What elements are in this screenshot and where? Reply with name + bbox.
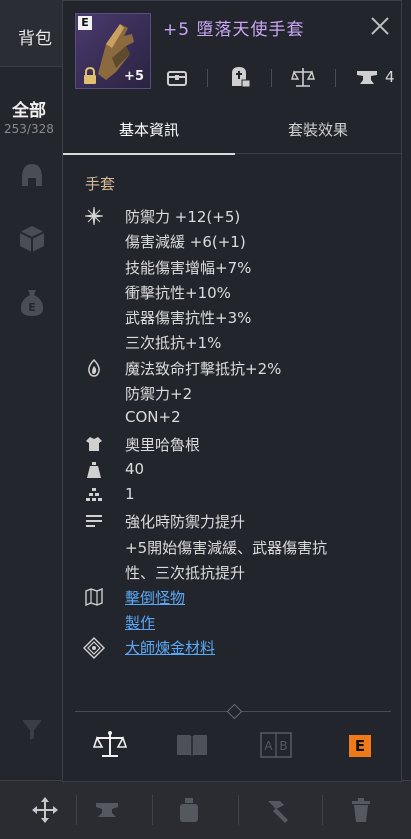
source-monster-link[interactable]: 擊倒怪物 — [125, 587, 185, 608]
enhance-level: +5 — [124, 69, 144, 84]
svg-text:A: A — [264, 739, 273, 753]
durability-count: 4 — [385, 68, 395, 86]
box-filter-icon[interactable] — [16, 222, 48, 254]
source-crafting-link[interactable]: 製作 — [125, 612, 155, 633]
flame-icon — [88, 359, 100, 377]
stat-con: CON+2 — [125, 408, 181, 426]
sparkle-icon — [85, 207, 103, 225]
item-thumbnail: E +5 — [75, 13, 151, 89]
tombstone-icon — [232, 67, 251, 88]
stat-impact-resist: 衝擊抗性+10% — [125, 284, 231, 302]
stat-material: 奧里哈魯根 — [125, 436, 201, 454]
inventory-tab[interactable]: 背包 — [0, 0, 62, 67]
close-icon[interactable] — [369, 15, 391, 37]
money-bag-filter-icon[interactable]: E — [16, 286, 48, 318]
alchemy-material-link[interactable]: 大師煉金材料 — [125, 637, 215, 658]
compare-ab-icon[interactable]: A B — [259, 729, 293, 761]
note-line-3: 性、三次抵抗提升 — [125, 564, 246, 582]
stat-level: 1 — [125, 485, 135, 503]
svg-text:E: E — [28, 301, 36, 314]
item-category: 手套 — [85, 175, 116, 193]
potion-icon[interactable] — [174, 795, 204, 825]
stack-icon — [86, 488, 102, 501]
tab-set-effect[interactable]: 套裝效果 — [235, 113, 401, 153]
trash-icon[interactable] — [346, 795, 376, 825]
anvil-icon[interactable] — [92, 795, 122, 825]
stat-bonus-defense: 防禦力+2 — [125, 385, 193, 403]
anvil-durability-icon — [357, 71, 377, 84]
helmet-filter-icon[interactable] — [16, 160, 48, 192]
funnel-filter-icon[interactable] — [16, 712, 48, 744]
stat-defense: 防禦力 +12(+5) — [125, 208, 241, 226]
divider-ornament — [226, 703, 243, 720]
note-line-1: 強化時防禦力提升 — [125, 513, 246, 531]
book-icon[interactable] — [175, 729, 209, 761]
grade-badge: E — [78, 16, 92, 30]
stat-damage-reduction: 傷害減緩 +6(+1) — [125, 233, 246, 251]
grade-filter-badge[interactable]: E — [349, 735, 371, 757]
chest-icon — [167, 71, 187, 86]
scale-icon — [291, 68, 315, 87]
filter-all-label[interactable]: 全部 — [12, 96, 46, 121]
stat-triple-resist: 三次抵抗+1% — [125, 334, 222, 352]
compare-scale-icon[interactable] — [93, 729, 127, 761]
note-line-2: +5開始傷害減緩、武器傷害抗 — [125, 539, 328, 557]
weight-icon — [87, 462, 101, 478]
item-attribute-row: 4 — [163, 65, 395, 91]
move-icon[interactable] — [30, 795, 60, 825]
stat-magic-crit-resist: 魔法致命打擊抵抗+2% — [125, 360, 282, 378]
inventory-tab-label: 背包 — [18, 29, 52, 49]
hammer-icon[interactable] — [262, 795, 292, 825]
svg-text:B: B — [279, 739, 287, 753]
tooltip-tabs: 基本資訊 套裝效果 — [63, 113, 401, 155]
stat-weapon-damage-resist: 武器傷害抗性+3% — [125, 309, 252, 327]
stat-weight: 40 — [125, 460, 145, 478]
material-diamond-icon — [83, 637, 105, 659]
inventory-sidebar: 背包 全部 253/328 E — [0, 0, 62, 838]
tab-basic-info[interactable]: 基本資訊 — [63, 113, 235, 155]
shirt-icon — [86, 437, 102, 451]
item-tooltip: E +5 +5 墮落天使手套 4 基本資訊 套裝效果 手套 防禦力 +12(+5… — [62, 0, 402, 782]
description-icon — [86, 515, 102, 527]
item-title: +5 墮落天使手套 — [163, 20, 305, 40]
stat-skill-damage: 技能傷害增幅+7% — [125, 259, 252, 277]
map-icon — [85, 588, 103, 606]
inventory-action-bar — [0, 780, 411, 839]
inventory-count: 253/328 — [4, 122, 54, 136]
lock-icon[interactable] — [80, 66, 100, 86]
